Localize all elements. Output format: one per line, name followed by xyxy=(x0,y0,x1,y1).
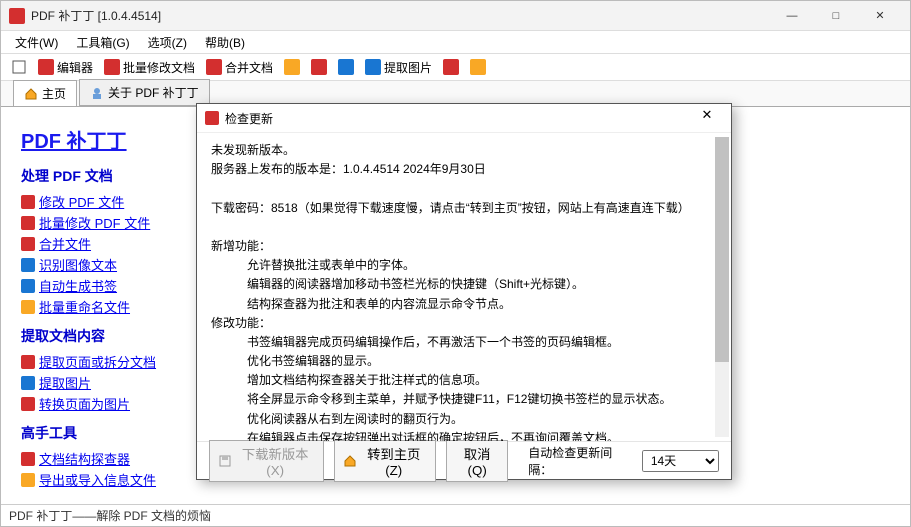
pdf-icon xyxy=(443,59,459,75)
update-line1: 未发现新版本。 xyxy=(211,141,717,160)
link-rename[interactable]: 批量重命名文件 xyxy=(39,297,130,316)
mod-feat-item: 将全屏显示命令移到主菜单，并赋予快捷键F11，F12键切换书签栏的显示状态。 xyxy=(247,390,717,409)
bookmark-icon xyxy=(21,279,35,293)
update-line3: 下载密码：8518（如果觉得下载速度慢，请点击“转到主页”按钮，网站上有高速直连… xyxy=(211,199,717,218)
link-merge[interactable]: 合并文件 xyxy=(39,234,91,253)
dialog-icon xyxy=(205,111,219,125)
new-feat-item: 允许替换批注或表单中的字体。 xyxy=(247,256,717,275)
mod-feat-title: 修改功能： xyxy=(211,314,717,333)
toolbar-misc4[interactable] xyxy=(439,57,463,77)
toolbar-misc1[interactable] xyxy=(280,57,304,77)
toolbar-extract[interactable]: 提取图片 xyxy=(361,57,436,78)
pdf-icon xyxy=(104,59,120,75)
auto-check-label: 自动检查更新间隔： xyxy=(528,444,632,478)
pdf-icon xyxy=(21,452,35,466)
window-title: PDF 补丁丁 [1.0.4.4514] xyxy=(31,7,770,24)
toolbar-misc3[interactable] xyxy=(334,57,358,77)
auto-check-combo[interactable]: 14天 xyxy=(642,450,719,472)
mod-feat-item: 书签编辑器完成页码编辑操作后，不再激活下一个书签的页码编辑框。 xyxy=(247,333,717,352)
mod-feat-item: 在编辑器点击保存按钮弹出对话框的确定按钮后，不再询问覆盖文档。 xyxy=(247,429,717,441)
home-icon xyxy=(343,454,357,468)
link-split[interactable]: 提取页面或拆分文档 xyxy=(39,352,156,371)
rename-icon xyxy=(21,300,35,314)
toolbar-batch[interactable]: 批量修改文档 xyxy=(100,57,199,78)
dialog-title: 检查更新 xyxy=(225,110,691,127)
toolbar-new[interactable] xyxy=(7,57,31,77)
menu-select[interactable]: 选项(Z) xyxy=(140,32,195,53)
save-icon xyxy=(218,454,232,468)
minimize-button[interactable]: — xyxy=(770,2,814,30)
menu-file[interactable]: 文件(W) xyxy=(7,32,66,53)
link-io[interactable]: 导出或导入信息文件 xyxy=(39,470,156,489)
scrollbar[interactable] xyxy=(715,137,729,437)
link-inspector[interactable]: 文档结构探查器 xyxy=(39,449,130,468)
dialog-body: 未发现新版本。 服务器上发布的版本是：1.0.4.4514 2024年9月30日… xyxy=(197,132,731,441)
tab-home[interactable]: 主页 xyxy=(13,80,77,106)
toolbar-misc5[interactable] xyxy=(466,57,490,77)
pdf-icon xyxy=(206,59,222,75)
pdf-icon xyxy=(21,195,35,209)
link-convert[interactable]: 转换页面为图片 xyxy=(39,394,130,413)
menu-tools[interactable]: 工具箱(G) xyxy=(68,32,137,53)
app-icon xyxy=(9,8,25,24)
person-icon xyxy=(90,86,104,100)
new-feat-item: 结构探查器为批注和表单的内容流显示命令节点。 xyxy=(247,295,717,314)
maximize-button[interactable]: □ xyxy=(814,2,858,30)
image-icon xyxy=(365,59,381,75)
new-feat-title: 新增功能： xyxy=(211,237,717,256)
download-button[interactable]: 下载新版本(X) xyxy=(209,440,324,482)
link-ocr[interactable]: 识别图像文本 xyxy=(39,255,117,274)
ocr-icon xyxy=(21,258,35,272)
tab-about[interactable]: 关于 PDF 补丁丁 xyxy=(79,79,210,106)
mod-feat-item: 优化书签编辑器的显示。 xyxy=(247,352,717,371)
toolbar-editor[interactable]: 编辑器 xyxy=(34,57,97,78)
menubar: 文件(W) 工具箱(G) 选项(Z) 帮助(B) xyxy=(1,31,910,53)
close-button[interactable]: ✕ xyxy=(858,2,902,30)
home-button[interactable]: 转到主页(Z) xyxy=(334,440,436,482)
pdf-icon xyxy=(21,216,35,230)
pdf-icon xyxy=(38,59,54,75)
dialog-titlebar: 检查更新 ✕ xyxy=(197,104,731,132)
menu-help[interactable]: 帮助(B) xyxy=(197,32,253,53)
window-controls: — □ ✕ xyxy=(770,2,902,30)
tool-icon xyxy=(470,59,486,75)
scroll-thumb[interactable] xyxy=(715,137,729,362)
mod-feat-item: 优化阅读器从右到左阅读时的翻页行为。 xyxy=(247,410,717,429)
status-text: PDF 补丁丁——解除 PDF 文档的烦恼 xyxy=(9,507,211,524)
link-batch[interactable]: 批量修改 PDF 文件 xyxy=(39,213,150,232)
file-icon xyxy=(11,59,27,75)
dialog-close-button[interactable]: ✕ xyxy=(691,107,723,129)
toolbar-merge[interactable]: 合并文档 xyxy=(202,57,277,78)
new-feat-item: 编辑器的阅读器增加移动书签栏光标的快捷键（Shift+光标键）。 xyxy=(247,275,717,294)
pdf-icon xyxy=(21,355,35,369)
update-dialog: 检查更新 ✕ 未发现新版本。 服务器上发布的版本是：1.0.4.4514 202… xyxy=(196,103,732,480)
home-icon xyxy=(24,87,38,101)
titlebar: PDF 补丁丁 [1.0.4.4514] — □ ✕ xyxy=(1,1,910,31)
mod-feat-item: 增加文档结构探查器关于批注样式的信息项。 xyxy=(247,371,717,390)
pdf-icon xyxy=(21,397,35,411)
link-extract-img[interactable]: 提取图片 xyxy=(39,373,91,392)
image-icon xyxy=(21,376,35,390)
statusbar: PDF 补丁丁——解除 PDF 文档的烦恼 xyxy=(1,504,910,526)
link-bookmark[interactable]: 自动生成书签 xyxy=(39,276,117,295)
pdf-icon xyxy=(311,59,327,75)
toolbar: 编辑器 批量修改文档 合并文档 提取图片 xyxy=(1,53,910,81)
pdf-icon xyxy=(21,237,35,251)
tool-icon xyxy=(284,59,300,75)
dialog-footer: 下载新版本(X) 转到主页(Z) 取消(Q) 自动检查更新间隔： 14天 xyxy=(197,441,731,479)
io-icon xyxy=(21,473,35,487)
update-line2: 服务器上发布的版本是：1.0.4.4514 2024年9月30日 xyxy=(211,160,717,179)
link-modify[interactable]: 修改 PDF 文件 xyxy=(39,192,124,211)
cancel-button[interactable]: 取消(Q) xyxy=(446,440,508,482)
toolbar-misc2[interactable] xyxy=(307,57,331,77)
tool-icon xyxy=(338,59,354,75)
